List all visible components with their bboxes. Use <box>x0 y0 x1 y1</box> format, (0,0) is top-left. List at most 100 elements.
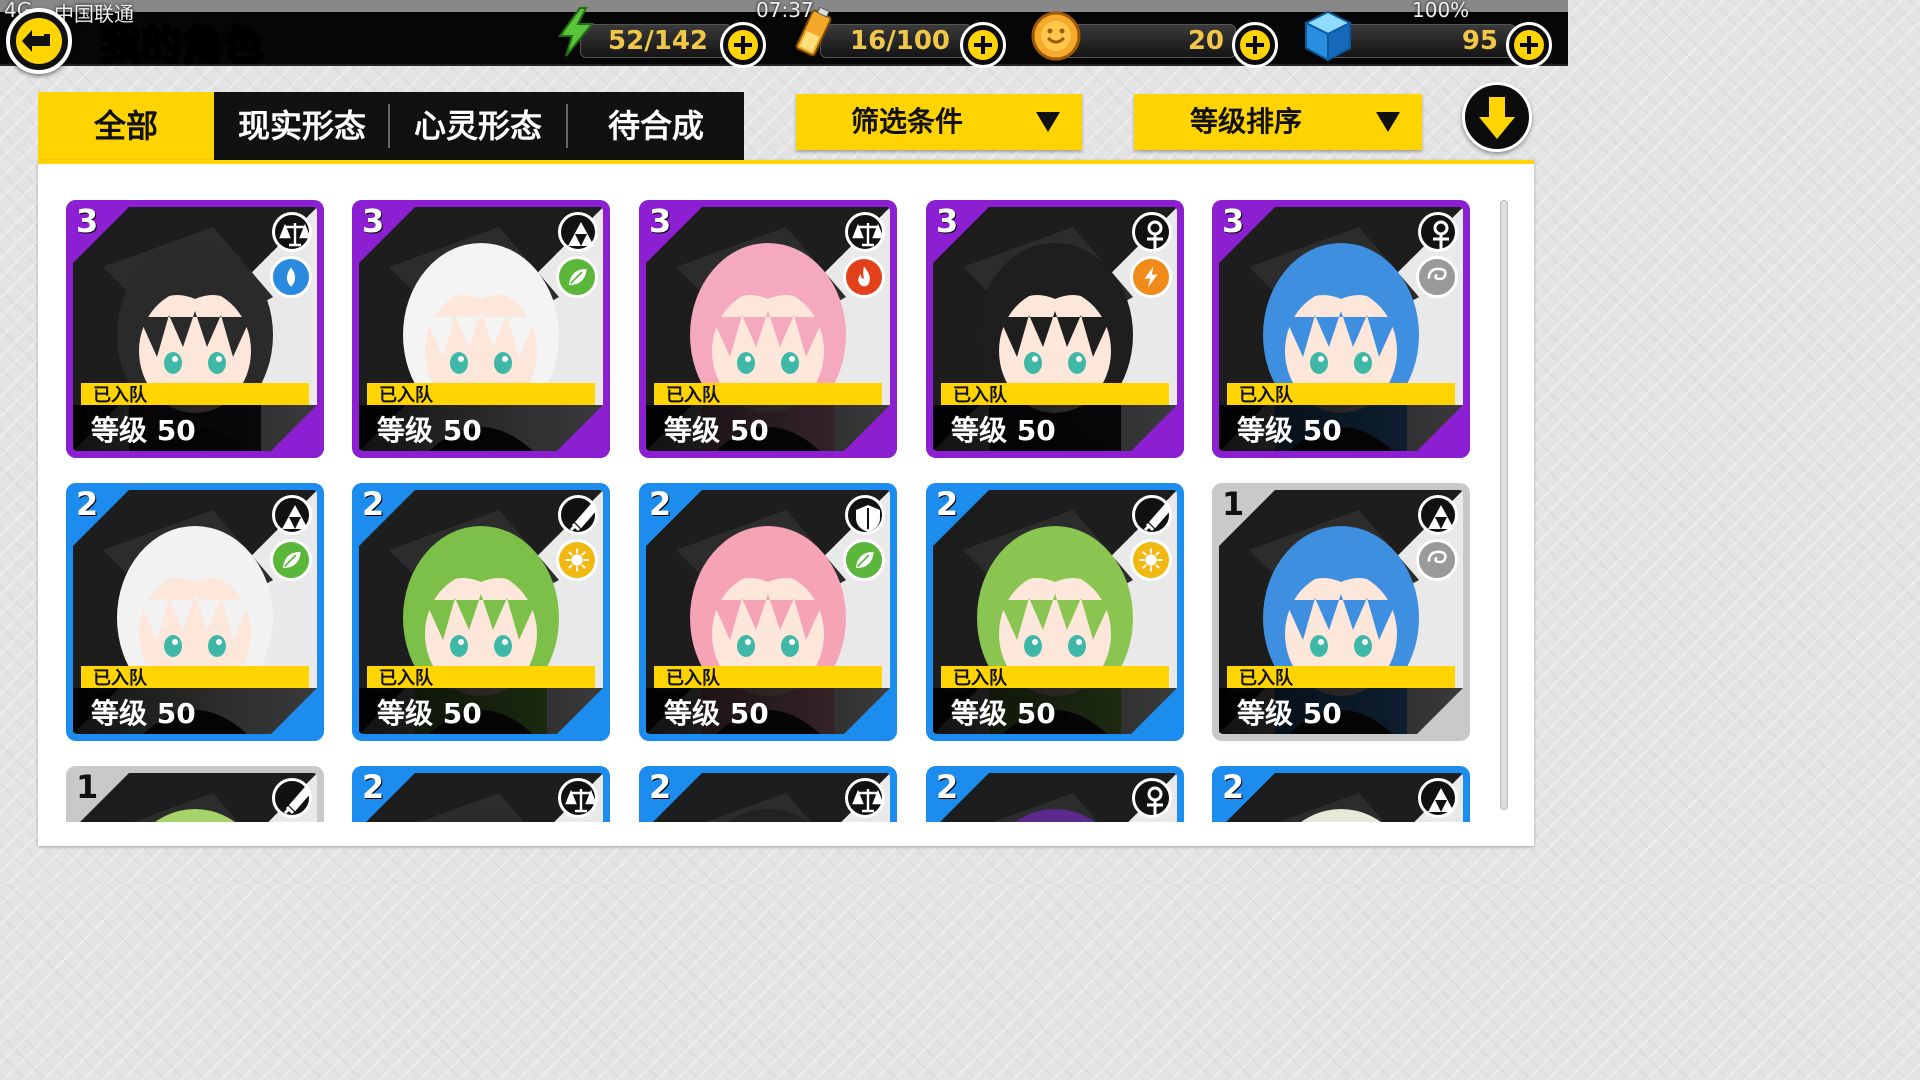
character-card[interactable]: 已入队 等级 50 1 <box>1212 483 1470 741</box>
class-badge <box>558 212 598 252</box>
character-card-slot: 已入队 等级 50 3 <box>1212 200 1470 458</box>
card-corner-cut <box>1124 398 1184 458</box>
card-corner-cut <box>837 681 897 741</box>
rank-number: 3 <box>1222 202 1245 240</box>
rank-number: 3 <box>76 202 99 240</box>
character-card[interactable]: 已入队 等级 50 3 <box>352 200 610 458</box>
scales-icon <box>565 789 597 813</box>
element-badge <box>556 256 598 298</box>
resource-energy: 16/100 <box>795 6 1012 68</box>
class-badge <box>272 778 312 818</box>
water-drop-icon <box>286 267 296 287</box>
character-level: 等级 50 <box>377 697 482 730</box>
page-title: 我的角色 <box>99 21 264 69</box>
lightning-icon <box>558 7 595 57</box>
card-corner-cut <box>1410 398 1470 458</box>
scrollbar[interactable] <box>1500 200 1508 810</box>
character-card[interactable]: 已入队 等级 50 2 <box>926 483 1184 741</box>
character-level: 等级 50 <box>91 414 196 447</box>
battery-icon <box>795 6 832 57</box>
filter-dropdown[interactable]: 筛选条件 <box>796 94 1082 150</box>
character-card[interactable]: 2 <box>926 766 1184 822</box>
character-card[interactable]: 2 <box>1212 766 1470 822</box>
sword-icon <box>1143 503 1171 532</box>
character-card[interactable]: 已入队 等级 50 3 <box>66 200 324 458</box>
add-energy-button[interactable] <box>960 22 1006 68</box>
add-gems-button[interactable] <box>1506 22 1552 68</box>
category-tabs: 全部 现实形态 心灵形态 待合成 <box>38 92 744 160</box>
triforce-icon <box>568 222 594 246</box>
class-badge <box>272 495 312 535</box>
sword-icon <box>283 786 311 815</box>
character-card[interactable]: 2 <box>639 766 897 822</box>
class-badge <box>272 212 312 252</box>
resource-gems: 95 <box>1300 10 1554 68</box>
tab-pending-synthesis[interactable]: 待合成 <box>568 92 744 160</box>
character-card[interactable]: 已入队 等级 50 2 <box>66 483 324 741</box>
leaf-icon <box>282 551 301 569</box>
triforce-icon <box>282 505 308 529</box>
rank-number: 2 <box>362 768 385 806</box>
cube-icon <box>1303 10 1353 62</box>
character-card-slot: 已入队 等级 50 3 <box>66 200 324 458</box>
card-corner-cut <box>264 398 324 458</box>
chevron-down-icon <box>1376 112 1400 132</box>
sort-dropdown[interactable]: 等级排序 <box>1134 94 1422 150</box>
add-stamina-button[interactable] <box>720 22 766 68</box>
swirl-icon <box>1427 550 1447 564</box>
class-badge <box>845 495 885 535</box>
character-card-slot: 已入队 等级 50 3 <box>639 200 897 458</box>
sort-direction-button[interactable] <box>1462 82 1532 152</box>
filter-label: 筛选条件 <box>850 105 963 138</box>
tab-reality-form[interactable]: 现实形态 <box>214 92 390 160</box>
rank-number: 3 <box>362 202 385 240</box>
add-coins-button[interactable] <box>1232 22 1278 68</box>
character-card[interactable]: 2 <box>352 766 610 822</box>
rank-number: 2 <box>1222 768 1245 806</box>
sun-icon <box>565 548 589 572</box>
character-card[interactable]: 已入队 等级 50 2 <box>352 483 610 741</box>
ankh-icon <box>1147 786 1163 815</box>
rank-number: 2 <box>936 485 959 523</box>
tab-spirit-form[interactable]: 心灵形态 <box>390 92 566 160</box>
element-badge <box>270 539 312 581</box>
team-status-label: 已入队 <box>666 385 720 406</box>
character-card-slot: 2 <box>926 766 1184 822</box>
back-button[interactable] <box>6 8 72 74</box>
class-badge <box>1132 212 1172 252</box>
ankh-icon <box>1147 220 1163 249</box>
character-card[interactable]: 1 <box>66 766 324 822</box>
leaf-icon <box>855 551 874 569</box>
rank-number: 1 <box>1222 485 1245 523</box>
class-badge <box>1132 778 1172 818</box>
triforce-icon <box>1428 788 1454 812</box>
character-card[interactable]: 已入队 等级 50 3 <box>1212 200 1470 458</box>
card-corner-cut <box>264 681 324 741</box>
character-card-slot: 2 <box>352 766 610 822</box>
class-badge <box>1132 495 1172 535</box>
class-badge <box>558 495 598 535</box>
element-badge <box>1130 539 1172 581</box>
tab-all[interactable]: 全部 <box>38 92 214 160</box>
character-card[interactable]: 已入队 等级 50 2 <box>639 483 897 741</box>
character-level: 等级 50 <box>664 697 769 730</box>
character-card[interactable]: 已入队 等级 50 3 <box>926 200 1184 458</box>
resource-stamina: 52/142 <box>556 7 766 68</box>
scales-icon <box>852 223 884 247</box>
scales-icon <box>279 223 311 247</box>
rank-number: 2 <box>649 768 672 806</box>
sword-icon <box>569 503 597 532</box>
rank-number: 2 <box>936 768 959 806</box>
character-level: 等级 50 <box>1237 414 1342 447</box>
element-badge <box>1416 256 1458 298</box>
character-card[interactable]: 已入队 等级 50 3 <box>639 200 897 458</box>
character-level: 等级 50 <box>1237 697 1342 730</box>
coins-value: 20 <box>1187 26 1224 56</box>
team-status-label: 已入队 <box>379 385 433 406</box>
ankh-icon <box>1433 220 1449 249</box>
shield-icon <box>856 505 880 532</box>
character-card-slot: 1 <box>66 766 324 822</box>
scales-icon <box>852 789 884 813</box>
rank-number: 1 <box>76 768 99 806</box>
triforce-icon <box>1428 505 1454 529</box>
